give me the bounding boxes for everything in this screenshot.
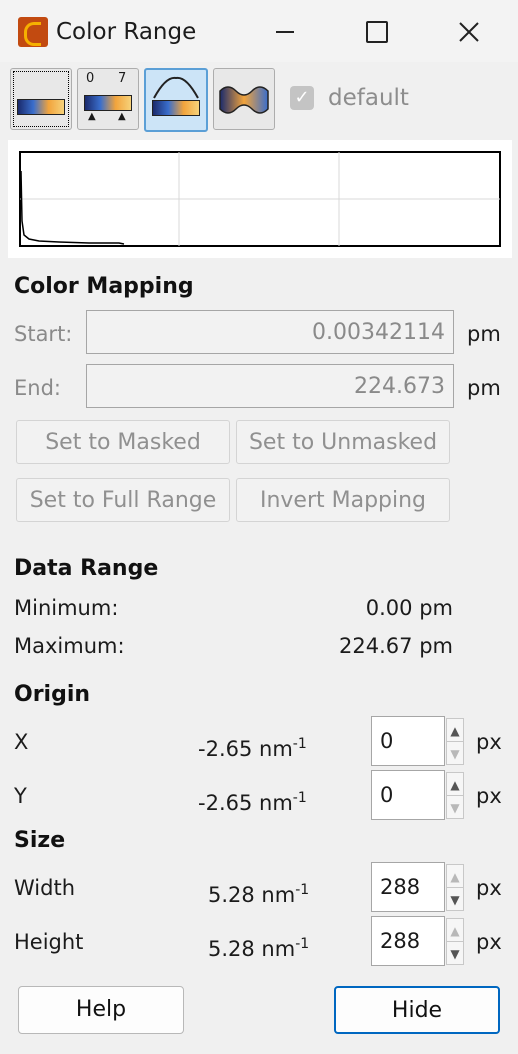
origin-x-up-arrow[interactable]: ▲	[446, 718, 464, 742]
window-title: Color Range	[56, 19, 197, 45]
fixed-range-mode-icon: 0 7 ▲ ▲	[78, 69, 138, 129]
start-field[interactable]: 0.00342114	[86, 310, 454, 354]
origin-x-label: X	[14, 730, 29, 754]
width-unit: px	[476, 876, 502, 900]
full-range-mode-icon	[17, 99, 65, 115]
set-to-full-range-button[interactable]: Set to Full Range	[16, 478, 230, 522]
minimum-label: Minimum:	[14, 596, 119, 620]
end-field[interactable]: 224.673	[86, 364, 454, 408]
data-range-heading: Data Range	[14, 556, 159, 581]
origin-x-real: -2.65 nm-1	[198, 736, 307, 761]
origin-y-up-arrow[interactable]: ▲	[446, 772, 464, 796]
minimum-value: 0.00 pm	[365, 596, 453, 620]
origin-y-input[interactable]: 0	[371, 770, 445, 820]
auto-range-mode-button[interactable]	[144, 68, 208, 132]
invert-mapping-button[interactable]: Invert Mapping	[236, 478, 450, 522]
size-heading: Size	[14, 828, 66, 853]
hide-button[interactable]: Hide	[334, 986, 500, 1034]
app-icon	[18, 17, 48, 47]
height-input[interactable]: 288	[371, 916, 445, 966]
adaptive-mode-button[interactable]	[213, 68, 275, 130]
height-down-arrow[interactable]: ▼	[446, 941, 464, 965]
width-up-arrow[interactable]: ▲	[446, 864, 464, 888]
minimize-button[interactable]	[262, 10, 308, 54]
origin-y-unit: px	[476, 784, 502, 808]
minimize-icon	[276, 31, 294, 33]
origin-heading: Origin	[14, 682, 91, 707]
origin-y-label: Y	[14, 784, 27, 808]
set-to-unmasked-button[interactable]: Set to Unmasked	[236, 420, 450, 464]
maximize-button[interactable]	[354, 10, 400, 54]
end-unit: pm	[467, 376, 501, 400]
set-to-masked-button[interactable]: Set to Masked	[16, 420, 230, 464]
origin-y-real: -2.65 nm-1	[198, 790, 307, 815]
start-unit: pm	[467, 322, 501, 346]
default-checkbox[interactable]: ✓	[290, 86, 314, 110]
histogram-panel[interactable]	[8, 140, 512, 258]
width-input[interactable]: 288	[371, 862, 445, 912]
adaptive-mode-icon	[214, 69, 274, 129]
origin-x-down-arrow[interactable]: ▼	[446, 741, 464, 765]
height-unit: px	[476, 930, 502, 954]
width-down-arrow[interactable]: ▼	[446, 887, 464, 911]
origin-x-input[interactable]: 0	[371, 716, 445, 766]
fixed-range-mode-button[interactable]: 0 7 ▲ ▲	[77, 68, 139, 130]
close-icon	[459, 22, 479, 42]
auto-range-mode-icon	[146, 70, 206, 130]
width-real: 5.28 nm-1	[208, 882, 310, 907]
height-real: 5.28 nm-1	[208, 936, 310, 961]
maximize-icon	[366, 21, 388, 43]
default-label: default	[328, 85, 409, 111]
height-up-arrow[interactable]: ▲	[446, 918, 464, 942]
maximum-label: Maximum:	[14, 634, 125, 658]
height-label: Height	[14, 930, 84, 954]
width-label: Width	[14, 876, 76, 900]
histogram-plot	[19, 151, 501, 247]
origin-y-down-arrow[interactable]: ▼	[446, 795, 464, 819]
origin-x-unit: px	[476, 730, 502, 754]
full-range-mode-button[interactable]	[10, 68, 72, 130]
help-button[interactable]: Help	[18, 986, 184, 1034]
color-mapping-heading: Color Mapping	[14, 274, 194, 299]
close-button[interactable]	[446, 10, 492, 54]
start-label: Start:	[14, 322, 73, 346]
maximum-value: 224.67 pm	[339, 634, 453, 658]
end-label: End:	[14, 376, 61, 400]
